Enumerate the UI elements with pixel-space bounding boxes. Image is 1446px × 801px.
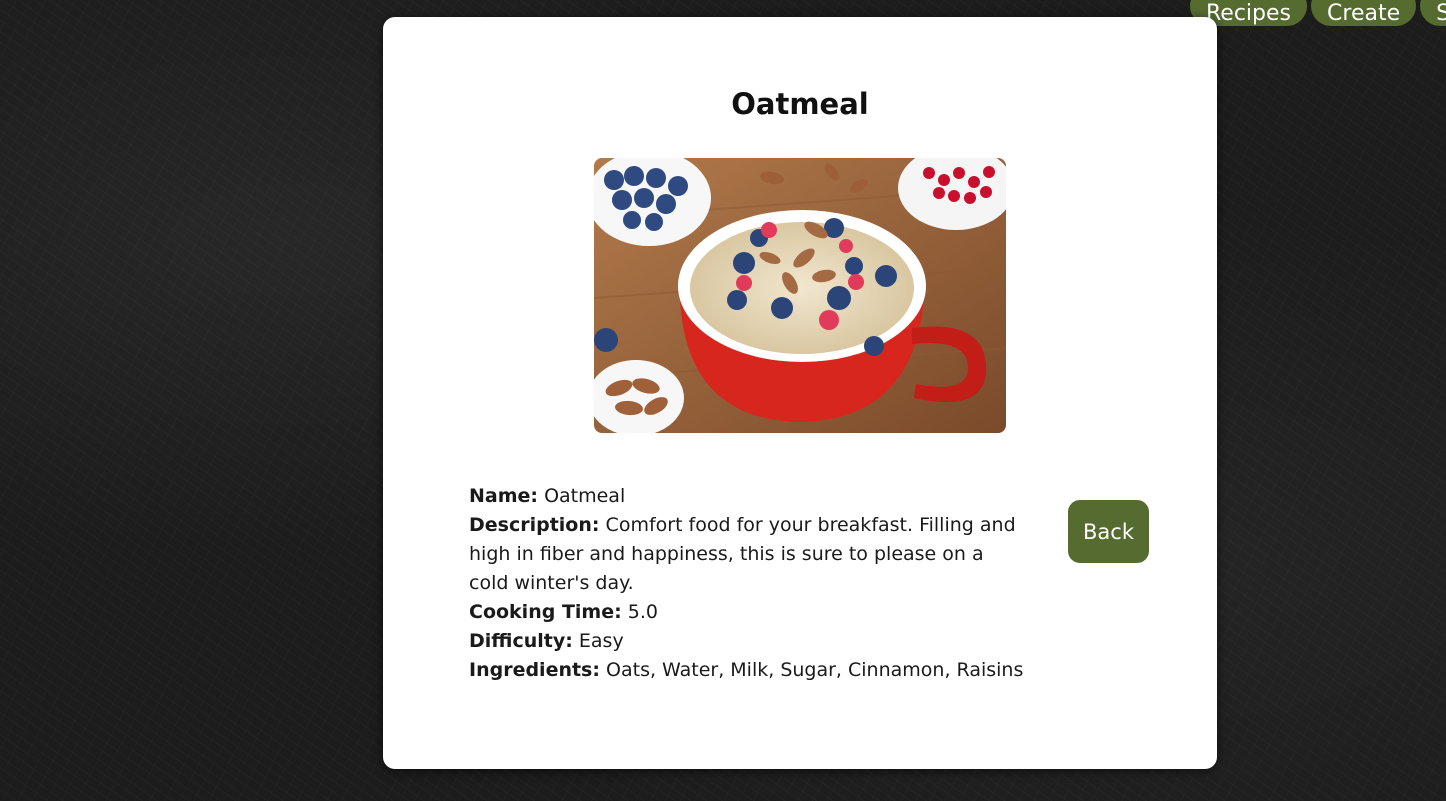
recipe-details: Name: Oatmeal Description: Comfort food … bbox=[469, 482, 1029, 685]
cooking-time-row: Cooking Time: 5.0 bbox=[469, 598, 1029, 627]
oatmeal-illustration bbox=[594, 158, 1006, 433]
recipe-card: Oatmeal Name: Oatmeal Description: Comfo… bbox=[383, 17, 1217, 769]
top-navigation: Recipes Create Se bbox=[1190, 0, 1446, 26]
difficulty-row: Difficulty: Easy bbox=[469, 627, 1029, 656]
difficulty-value: Easy bbox=[578, 630, 624, 652]
ingredients-label: Ingredients: bbox=[469, 659, 600, 681]
name-row: Name: Oatmeal bbox=[469, 482, 1029, 511]
nav-recipes-label: Recipes bbox=[1206, 1, 1292, 26]
name-label: Name: bbox=[469, 485, 539, 507]
difficulty-label: Difficulty: bbox=[469, 630, 573, 652]
ingredients-value: Oats, Water, Milk, Sugar, Cinnamon, Rais… bbox=[606, 659, 1024, 681]
back-button[interactable]: Back bbox=[1068, 500, 1149, 563]
recipe-photo bbox=[594, 158, 1006, 433]
description-row: Description: Comfort food for your break… bbox=[469, 511, 1029, 598]
recipe-title: Oatmeal bbox=[731, 87, 869, 121]
cooking-time-value: 5.0 bbox=[627, 601, 658, 623]
name-value: Oatmeal bbox=[544, 485, 626, 507]
nav-create-label: Create bbox=[1327, 1, 1401, 26]
ingredients-row: Ingredients: Oats, Water, Milk, Sugar, C… bbox=[469, 656, 1029, 685]
cooking-time-label: Cooking Time: bbox=[469, 601, 622, 623]
nav-search-link[interactable]: Se bbox=[1420, 0, 1446, 26]
nav-search-label: Se bbox=[1436, 1, 1446, 26]
description-label: Description: bbox=[469, 514, 600, 536]
nav-create-link[interactable]: Create bbox=[1311, 0, 1417, 26]
